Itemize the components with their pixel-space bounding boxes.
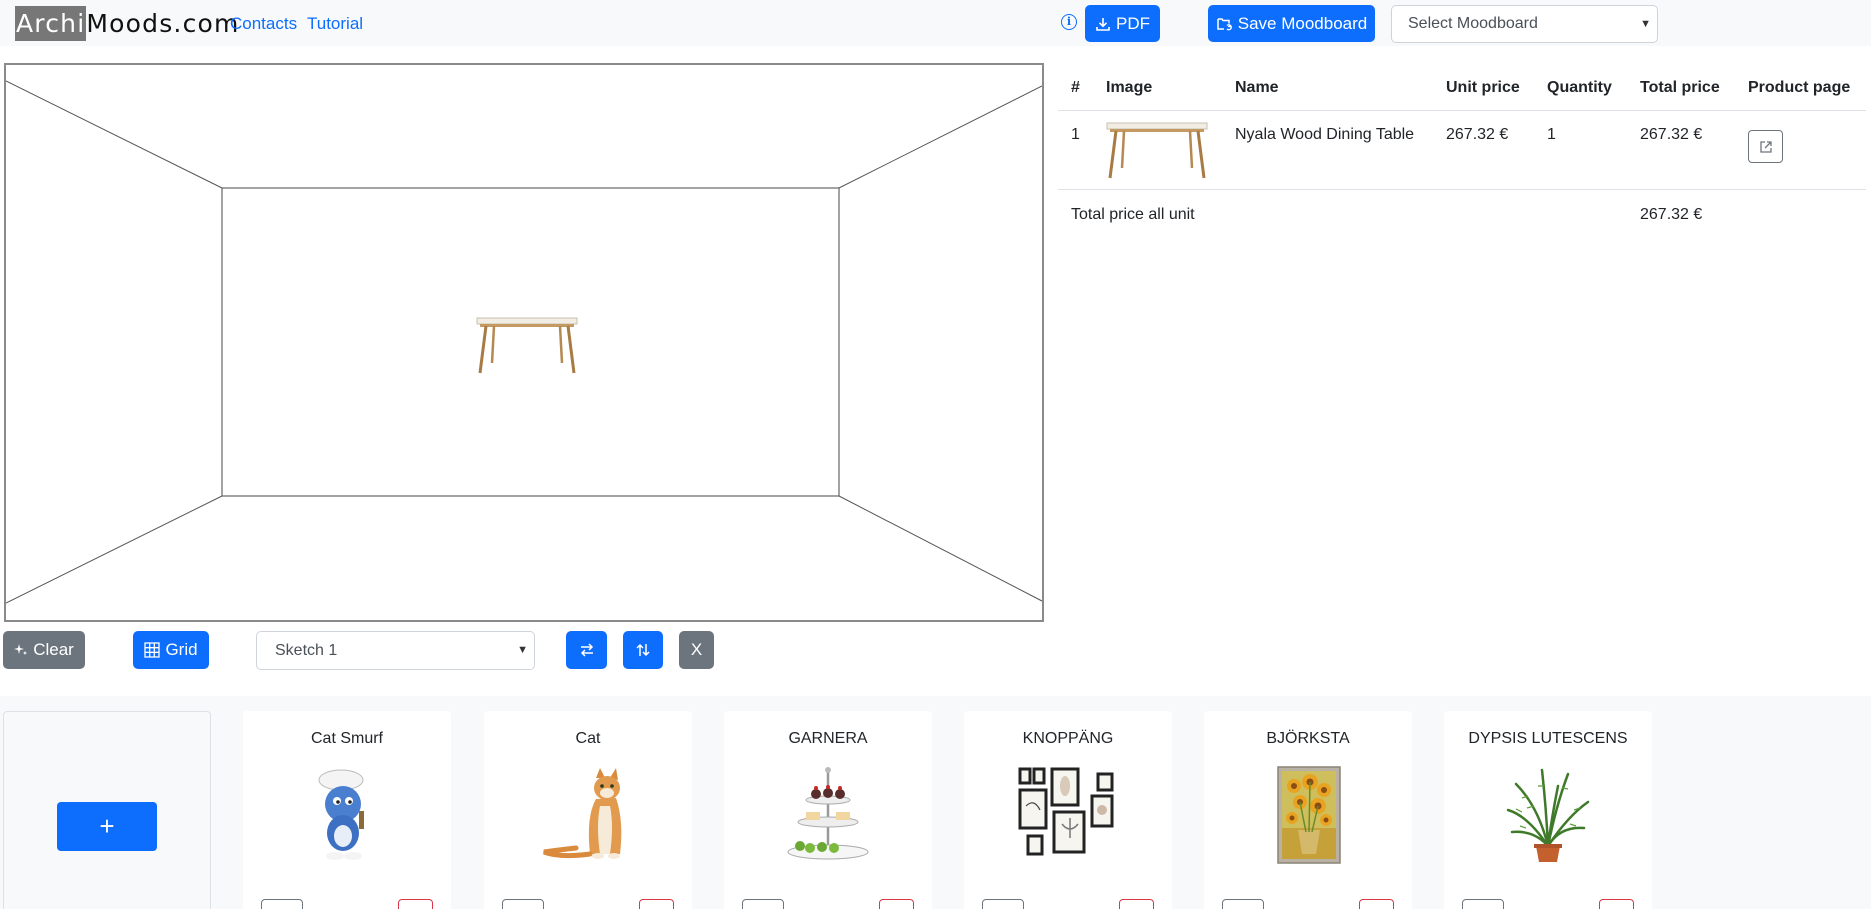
clear-button[interactable]: Clear — [3, 631, 85, 669]
row-quantity: 1 — [1547, 126, 1556, 143]
col-quantity: Quantity — [1547, 79, 1612, 96]
add-product-button[interactable]: + — [57, 802, 157, 851]
product-page-button[interactable] — [1748, 130, 1783, 163]
navbar: Archi Moods.com Contacts Tutorial i PDF S… — [0, 0, 1871, 46]
info-icon[interactable]: i — [1061, 14, 1077, 30]
sunflowers-painting-image[interactable] — [1258, 766, 1358, 866]
card-delete-button[interactable]: X — [1599, 899, 1634, 909]
product-card-title: Cat Smurf — [310, 730, 383, 747]
sparkle-icon — [14, 644, 28, 655]
table-divider — [1058, 110, 1866, 111]
card-product-link-button[interactable] — [261, 899, 303, 909]
sketch-select-dropdown[interactable]: Sketch 1 ▼ — [256, 631, 535, 670]
product-card-title: BJÖRKSTA — [1266, 730, 1350, 747]
pdf-label: PDF — [1116, 13, 1150, 33]
col-unit-price: Unit price — [1446, 79, 1520, 96]
flip-vertical-button[interactable] — [623, 631, 663, 669]
total-value: 267.32 € — [1640, 206, 1703, 223]
card-delete-button[interactable]: X — [879, 899, 914, 909]
palm-plant-image[interactable] — [1498, 766, 1598, 866]
product-card[interactable]: GARNERA X — [724, 711, 932, 909]
table-divider — [1058, 189, 1866, 190]
save-moodboard-icon — [1217, 17, 1232, 30]
col-total-price: Total price — [1640, 79, 1720, 96]
card-product-link-button[interactable] — [502, 899, 544, 909]
col-num: # — [1071, 79, 1080, 96]
product-card-title: KNOPPÄNG — [1022, 730, 1114, 747]
nav-contacts-link[interactable]: Contacts — [230, 14, 297, 34]
flip-horizontal-button[interactable] — [566, 631, 607, 669]
download-icon — [1096, 17, 1110, 31]
cat-smurf-image[interactable] — [297, 766, 397, 866]
row-name: Nyala Wood Dining Table — [1235, 126, 1415, 143]
card-product-link-button[interactable] — [1222, 899, 1264, 909]
picture-frames-image[interactable] — [1018, 766, 1118, 866]
grid-label: Grid — [165, 640, 198, 659]
col-name: Name — [1235, 79, 1279, 96]
card-delete-button[interactable]: X — [398, 899, 433, 909]
chevron-down-icon: ▼ — [1640, 18, 1651, 30]
grid-button[interactable]: Grid — [133, 631, 209, 669]
product-card[interactable]: KNOPPÄNG X — [964, 711, 1172, 909]
col-image: Image — [1106, 79, 1153, 96]
row-num: 1 — [1071, 126, 1080, 143]
card-product-link-button[interactable] — [1462, 899, 1504, 909]
save-moodboard-button[interactable]: Save Moodboard — [1208, 5, 1375, 42]
total-label: Total price all unit — [1071, 206, 1195, 223]
product-card[interactable]: DYPSIS LUTESCENS X — [1444, 711, 1652, 909]
add-product-card: + — [3, 711, 211, 909]
close-label: X — [690, 640, 703, 659]
sketch-select-value: Sketch 1 — [275, 641, 338, 659]
card-delete-button[interactable]: X — [639, 899, 674, 909]
dining-table-thumbnail — [1106, 122, 1208, 179]
page: Archi Moods.com Contacts Tutorial i PDF S… — [0, 0, 1871, 909]
logo[interactable]: Archi Moods.com — [15, 6, 240, 41]
product-card[interactable]: BJÖRKSTA X — [1204, 711, 1412, 909]
select-moodboard-dropdown[interactable]: Select Moodboard ▼ — [1391, 5, 1658, 43]
product-card-title: DYPSIS LUTESCENS — [1468, 730, 1628, 747]
product-card-title: GARNERA — [788, 730, 868, 747]
add-label: + — [99, 811, 115, 841]
clear-label: Clear — [33, 640, 74, 659]
product-card[interactable]: Cat Smurf X — [243, 711, 451, 909]
card-product-link-button[interactable] — [982, 899, 1024, 909]
arrows-horizontal-icon — [580, 643, 593, 657]
chevron-down-icon: ▼ — [517, 644, 528, 656]
cat-image[interactable] — [538, 766, 638, 866]
logo-archi: Archi — [15, 6, 87, 41]
row-total-price: 267.32 € — [1640, 126, 1703, 143]
logo-moods: Moods.com — [86, 9, 240, 38]
grid-icon — [144, 642, 161, 658]
select-moodboard-value: Select Moodboard — [1408, 15, 1538, 32]
product-card-title: Cat — [575, 730, 601, 747]
pdf-button[interactable]: PDF — [1085, 5, 1160, 42]
arrows-vertical-icon — [636, 643, 650, 657]
product-card[interactable]: Cat X — [484, 711, 692, 909]
save-moodboard-label: Save Moodboard — [1237, 13, 1368, 33]
card-product-link-button[interactable] — [742, 899, 784, 909]
row-unit-price: 267.32 € — [1446, 126, 1509, 143]
room-canvas[interactable] — [4, 63, 1044, 622]
cake-stand-image[interactable] — [778, 766, 878, 866]
nav-tutorial-link[interactable]: Tutorial — [307, 14, 363, 34]
external-link-icon — [1759, 140, 1772, 153]
close-button[interactable]: X — [679, 631, 714, 669]
card-delete-button[interactable]: X — [1359, 899, 1394, 909]
col-product-page: Product page — [1748, 79, 1851, 96]
dining-table-item[interactable] — [476, 317, 578, 375]
card-delete-button[interactable]: X — [1119, 899, 1154, 909]
product-cards-section: + Cat Smurf X Cat — [0, 696, 1871, 909]
